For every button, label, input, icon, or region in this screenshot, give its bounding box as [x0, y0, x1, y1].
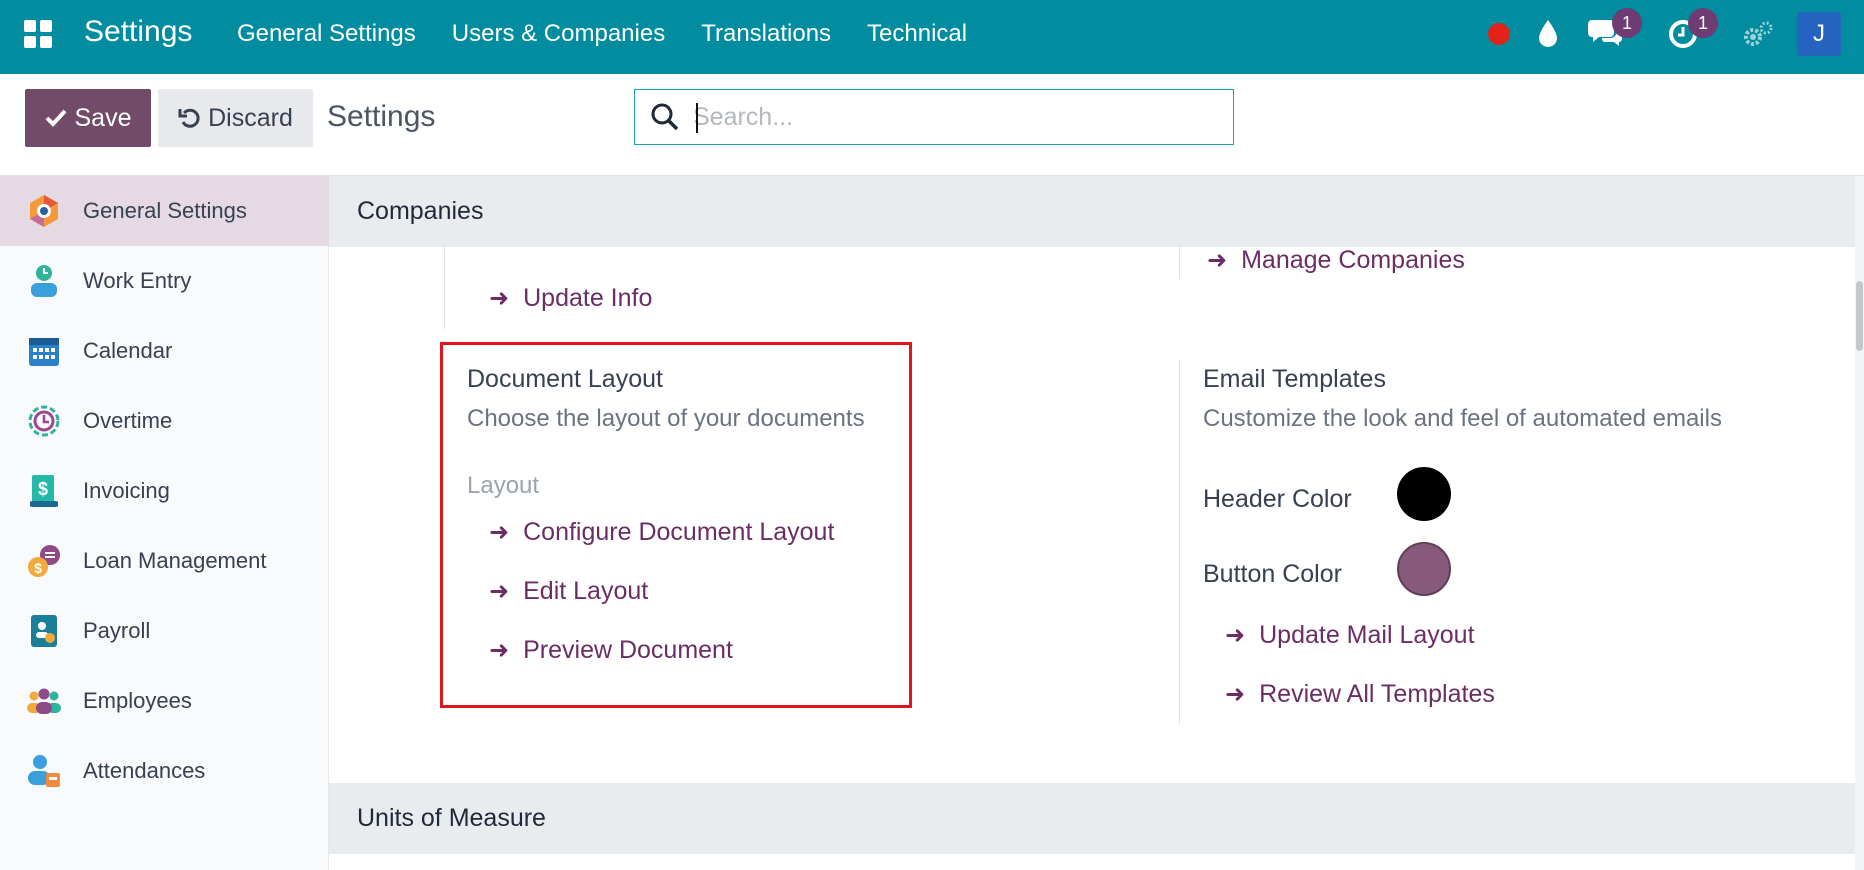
page-title: Settings — [327, 100, 436, 133]
attendances-icon — [28, 755, 60, 787]
units-header-title: Units of Measure — [357, 804, 546, 832]
sidebar-item-general-settings[interactable]: General Settings — [0, 176, 329, 246]
sidebar-item-payroll[interactable]: Payroll — [0, 596, 329, 666]
app-title[interactable]: Settings — [84, 15, 192, 49]
sidebar-item-attendances[interactable]: Attendances — [0, 736, 329, 806]
arrow-right-icon: ➜ — [1207, 247, 1228, 274]
svg-text:$: $ — [34, 560, 42, 576]
arrow-right-icon: ➜ — [1225, 681, 1246, 708]
messages-badge: 1 — [1612, 8, 1642, 38]
update-mail-layout-label: Update Mail Layout — [1259, 621, 1475, 649]
edit-layout-label: Edit Layout — [523, 577, 649, 605]
top-navbar: Settings General Settings Users & Compan… — [0, 0, 1864, 74]
arrow-right-icon: ➜ — [489, 637, 510, 664]
button-color-swatch[interactable] — [1397, 542, 1451, 596]
arrow-right-icon: ➜ — [489, 285, 510, 312]
configure-document-layout-label: Configure Document Layout — [523, 518, 835, 546]
loan-management-icon: $ — [28, 545, 60, 577]
document-layout-description: Choose the layout of your documents — [467, 405, 865, 432]
preview-document-label: Preview Document — [523, 636, 733, 664]
divider — [1179, 360, 1180, 724]
manage-companies-label: Manage Companies — [1241, 246, 1465, 274]
search-input[interactable] — [693, 98, 1213, 136]
discard-label: Discard — [208, 103, 293, 132]
invoicing-icon: $ — [30, 475, 58, 507]
control-panel: Save Discard Settings — [0, 74, 1864, 176]
overtime-icon — [28, 405, 60, 437]
status-dot-icon[interactable] — [1487, 22, 1511, 46]
activities-tray[interactable]: 1 — [1668, 8, 1718, 55]
debug-gears-icon[interactable] — [1742, 20, 1774, 50]
discard-button[interactable]: Discard — [158, 89, 313, 147]
sidebar-label: Loan Management — [83, 548, 267, 573]
drop-icon[interactable] — [1536, 18, 1560, 48]
email-templates-description: Customize the look and feel of automated… — [1203, 405, 1722, 432]
sidebar-label: Work Entry — [83, 268, 192, 293]
general-settings-icon — [30, 195, 58, 227]
configure-document-layout-link[interactable]: ➜ Configure Document Layout — [489, 518, 834, 547]
user-avatar[interactable]: J — [1797, 12, 1841, 56]
sidebar-label: Calendar — [83, 338, 173, 363]
edit-layout-link[interactable]: ➜ Edit Layout — [489, 577, 648, 606]
work-entry-icon — [31, 265, 57, 297]
payroll-icon — [31, 615, 57, 647]
undo-icon — [178, 108, 200, 128]
sidebar-item-overtime[interactable]: Overtime — [0, 386, 329, 456]
settings-sidebar: General Settings Work Entry Calendar Ove… — [0, 176, 329, 870]
document-layout-title: Document Layout — [467, 365, 663, 393]
email-templates-title: Email Templates — [1203, 365, 1386, 393]
arrow-right-icon: ➜ — [489, 519, 510, 546]
activities-badge: 1 — [1688, 8, 1718, 38]
menu-technical[interactable]: Technical — [867, 20, 967, 48]
menu-users-companies[interactable]: Users & Companies — [452, 20, 665, 48]
content-scrollbar[interactable] — [1855, 176, 1864, 870]
save-label: Save — [74, 103, 132, 132]
scrollbar-thumb[interactable] — [1856, 281, 1863, 351]
sidebar-item-work-entry[interactable]: Work Entry — [0, 246, 329, 316]
sidebar-item-calendar[interactable]: Calendar — [0, 316, 329, 386]
arrow-right-icon: ➜ — [489, 578, 510, 605]
sidebar-label: General Settings — [83, 198, 247, 223]
update-info-link[interactable]: ➜ Update Info — [489, 284, 652, 313]
sidebar-label: Invoicing — [83, 478, 170, 503]
messages-tray[interactable]: 1 — [1588, 8, 1642, 55]
settings-content: Vietnam Companies ➜ Update Info ➜ Manage… — [329, 176, 1864, 870]
divider — [444, 247, 445, 329]
header-color-swatch[interactable] — [1397, 467, 1451, 521]
save-button[interactable]: Save — [25, 89, 151, 147]
svg-text:$: $ — [38, 479, 48, 499]
review-all-templates-label: Review All Templates — [1259, 680, 1495, 708]
header-color-label: Header Color — [1203, 485, 1352, 513]
divider — [1179, 247, 1180, 279]
search-icon — [651, 103, 679, 131]
review-all-templates-link[interactable]: ➜ Review All Templates — [1225, 680, 1495, 709]
sidebar-label: Payroll — [83, 618, 151, 643]
sidebar-label: Overtime — [83, 408, 173, 433]
preview-document-link[interactable]: ➜ Preview Document — [489, 636, 733, 665]
arrow-right-icon: ➜ — [1225, 622, 1246, 649]
update-mail-layout-link[interactable]: ➜ Update Mail Layout — [1225, 621, 1475, 650]
main-menu: General Settings Users & Companies Trans… — [237, 20, 967, 48]
menu-general-settings[interactable]: General Settings — [237, 20, 416, 48]
sidebar-item-invoicing[interactable]: $ Invoicing — [0, 456, 329, 526]
search-box[interactable] — [634, 89, 1234, 145]
manage-companies-link[interactable]: ➜ Manage Companies — [1207, 246, 1465, 275]
calendar-icon — [29, 338, 59, 366]
button-color-label: Button Color — [1203, 560, 1342, 588]
units-of-measure-section-header: Units of Measure — [329, 783, 1855, 854]
check-icon — [45, 109, 66, 127]
sidebar-label: Attendances — [83, 758, 206, 783]
apps-menu-icon[interactable] — [22, 18, 54, 50]
companies-section-header: Companies — [329, 176, 1855, 247]
sidebar-label: Employees — [83, 688, 192, 713]
sidebar-item-loan-management[interactable]: $ Loan Management — [0, 526, 329, 596]
menu-translations[interactable]: Translations — [701, 20, 831, 48]
text-caret — [696, 103, 698, 133]
employees-icon — [27, 688, 61, 714]
update-info-label: Update Info — [523, 284, 653, 312]
layout-label: Layout — [467, 472, 540, 499]
companies-header-title: Companies — [357, 197, 484, 225]
sidebar-item-employees[interactable]: Employees — [0, 666, 329, 736]
